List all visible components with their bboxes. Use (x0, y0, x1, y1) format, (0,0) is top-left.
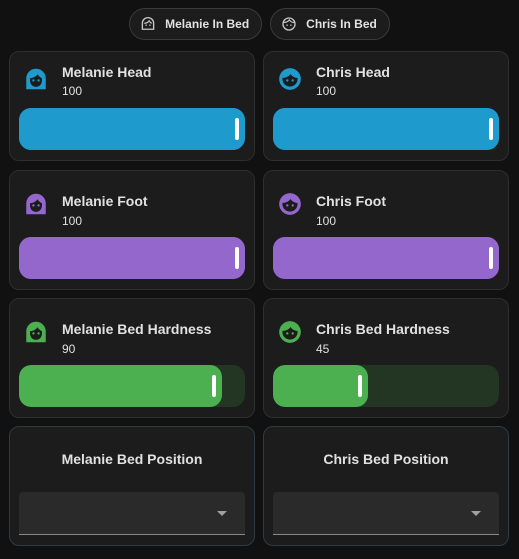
entity-name: Melanie Bed Hardness (62, 321, 212, 337)
slider-fill (19, 108, 245, 150)
melanie-head-card: Melanie Head 100 (9, 51, 255, 161)
slider-fill (273, 237, 499, 279)
chris-head-slider[interactable] (273, 108, 499, 150)
face-man-icon (277, 319, 303, 345)
entity-state: 100 (62, 84, 83, 98)
slider-handle[interactable] (235, 118, 239, 140)
chip-label: Chris In Bed (306, 17, 377, 31)
face-man-outline-icon (280, 15, 298, 33)
face-man-icon (277, 66, 303, 92)
slider-handle[interactable] (235, 247, 239, 269)
melanie-foot-slider[interactable] (19, 237, 245, 279)
entity-name: Melanie Head (62, 64, 152, 80)
slider-handle[interactable] (489, 118, 493, 140)
slider-handle[interactable] (358, 375, 362, 397)
entity-name: Melanie Foot (62, 193, 148, 209)
melanie-foot-card: Melanie Foot 100 (9, 170, 255, 290)
dropdown-arrow-icon (471, 511, 481, 516)
chris-bed-hardness-slider[interactable] (273, 365, 499, 407)
chris-bed-position-card: Chris Bed Position (263, 426, 509, 546)
chris-bed-hardness-card: Chris Bed Hardness 45 (263, 298, 509, 418)
entity-name: Chris Head (316, 64, 390, 80)
slider-fill (273, 108, 499, 150)
entity-state: 45 (316, 342, 330, 356)
dropdown-arrow-icon (217, 511, 227, 516)
chris-head-card: Chris Head 100 (263, 51, 509, 161)
slider-handle[interactable] (489, 247, 493, 269)
select-title: Chris Bed Position (323, 451, 449, 467)
select-title: Melanie Bed Position (61, 451, 203, 467)
entity-state: 100 (316, 214, 337, 228)
slider-fill (273, 365, 368, 407)
entity-state: 100 (316, 84, 337, 98)
chip-label: Melanie In Bed (165, 17, 250, 31)
chip-bar: Melanie In Bed Chris In Bed (0, 8, 519, 40)
face-woman-icon (23, 66, 49, 92)
melanie-head-slider[interactable] (19, 108, 245, 150)
chris-foot-slider[interactable] (273, 237, 499, 279)
chris-bed-position-select[interactable] (273, 492, 499, 535)
melanie-bed-hardness-card: Melanie Bed Hardness 90 (9, 298, 255, 418)
slider-handle[interactable] (212, 375, 216, 397)
face-woman-icon (23, 319, 49, 345)
slider-fill (19, 237, 245, 279)
melanie-bed-position-card: Melanie Bed Position (9, 426, 255, 546)
melanie-bed-hardness-slider[interactable] (19, 365, 245, 407)
chris-foot-card: Chris Foot 100 (263, 170, 509, 290)
face-woman-icon (23, 191, 49, 217)
melanie-bed-position-select[interactable] (19, 492, 245, 535)
face-man-icon (277, 191, 303, 217)
chip-melanie-in-bed[interactable]: Melanie In Bed (129, 8, 263, 40)
entity-name: Chris Bed Hardness (316, 321, 450, 337)
entity-name: Chris Foot (316, 193, 386, 209)
slider-fill (19, 365, 223, 407)
entity-state: 100 (62, 214, 83, 228)
entity-state: 90 (62, 342, 76, 356)
chip-chris-in-bed[interactable]: Chris In Bed (270, 8, 390, 40)
face-woman-outline-icon (139, 15, 157, 33)
